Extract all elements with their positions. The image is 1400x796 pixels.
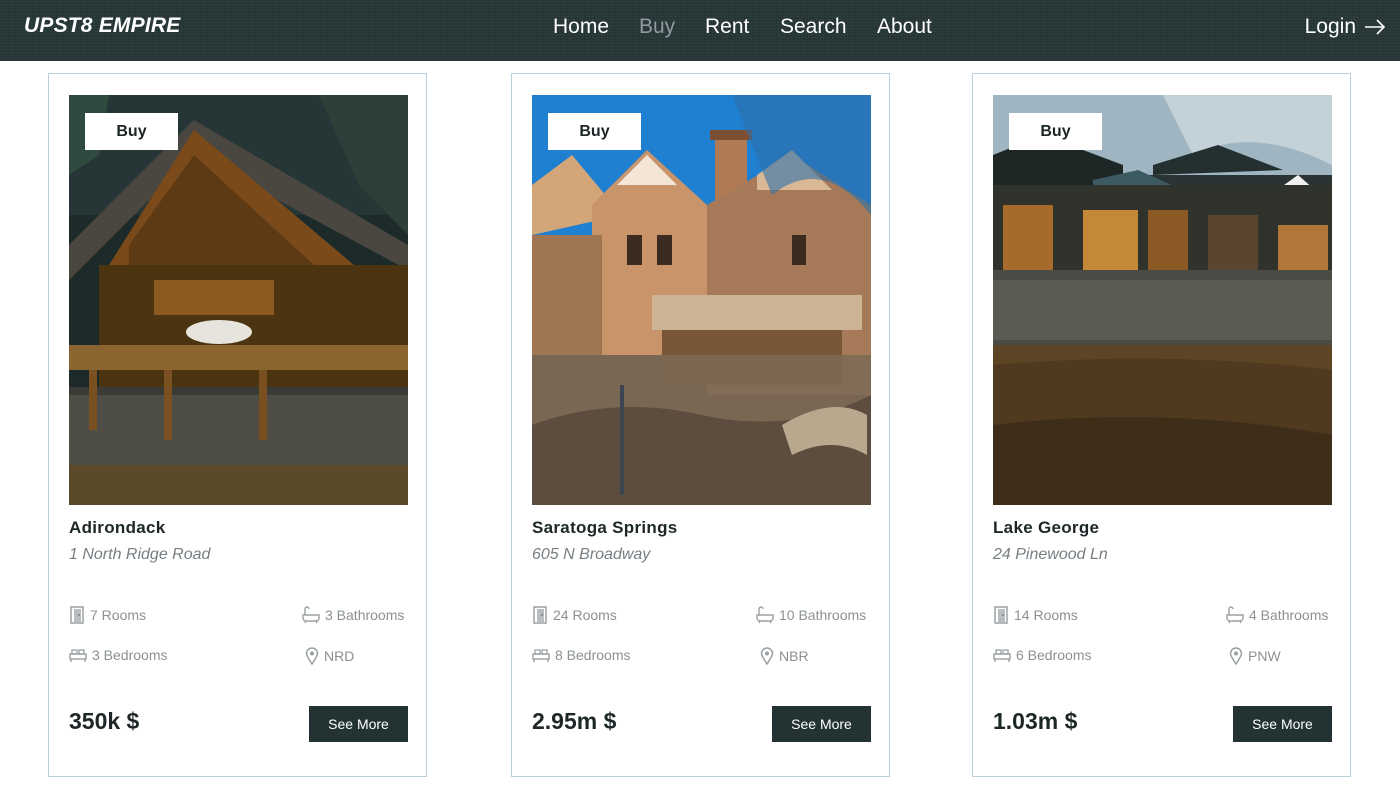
bed-icon <box>993 649 1011 662</box>
property-photo[interactable]: Buy <box>69 95 408 505</box>
listing-type-badge: Buy <box>1009 113 1102 150</box>
bedrooms-feature: 8 Bedrooms <box>532 647 630 663</box>
rooms-label: 7 Rooms <box>90 607 147 623</box>
bathtub-icon <box>1226 606 1244 624</box>
listing-price: 2.95m $ <box>532 708 617 734</box>
region-feature: PNW <box>1229 647 1281 665</box>
rooms-feature: 24 Rooms <box>532 606 617 624</box>
bathtub-icon <box>756 606 774 624</box>
bathrooms-feature: 10 Bathrooms <box>756 606 866 624</box>
nav-link-search[interactable]: Search <box>780 15 847 39</box>
map-pin-icon <box>305 647 319 665</box>
nav-link-home[interactable]: Home <box>553 15 609 39</box>
see-more-button[interactable]: See More <box>309 706 408 742</box>
nav-link-rent[interactable]: Rent <box>705 15 749 39</box>
brand-logo[interactable]: UPST8 EMPIRE <box>24 14 180 38</box>
door-icon <box>70 606 84 624</box>
door-icon <box>533 606 547 624</box>
see-more-button[interactable]: See More <box>772 706 871 742</box>
map-pin-icon <box>1229 647 1243 665</box>
region-label: PNW <box>1248 648 1281 664</box>
login-button[interactable]: Login <box>1305 15 1386 39</box>
listing-type-badge: Buy <box>548 113 641 150</box>
listing-address: 24 Pinewood Ln <box>993 546 1108 563</box>
bedrooms-feature: 3 Bedrooms <box>69 647 167 663</box>
door-icon <box>994 606 1008 624</box>
bathrooms-label: 3 Bathrooms <box>325 607 405 623</box>
listing-price: 350k $ <box>69 708 140 734</box>
bathrooms-label: 4 Bathrooms <box>1249 607 1329 623</box>
listing-price: 1.03m $ <box>993 708 1078 734</box>
region-feature: NRD <box>305 647 354 665</box>
arrow-right-icon <box>1365 19 1386 35</box>
listing-address: 1 North Ridge Road <box>69 546 211 563</box>
listing-card-saratoga-springs: Buy Saratoga Springs 605 N Broadway 24 R… <box>511 73 890 777</box>
region-feature: NBR <box>760 647 809 665</box>
bedrooms-feature: 6 Bedrooms <box>993 647 1091 663</box>
top-navbar: UPST8 EMPIRE Home Buy Rent Search About … <box>0 0 1400 61</box>
rooms-label: 24 Rooms <box>553 607 617 623</box>
bathtub-icon <box>302 606 320 624</box>
listing-card-lake-george: Buy Lake George 24 Pinewood Ln 14 Rooms … <box>972 73 1351 777</box>
bed-icon <box>532 649 550 662</box>
listing-city: Saratoga Springs <box>532 518 678 537</box>
see-more-button[interactable]: See More <box>1233 706 1332 742</box>
region-label: NRD <box>324 648 355 664</box>
listing-city: Lake George <box>993 518 1100 537</box>
login-label: Login <box>1304 15 1356 38</box>
region-label: NBR <box>779 648 809 664</box>
bed-icon <box>69 649 87 662</box>
listing-card-adirondack: Buy Adirondack 1 North Ridge Road 7 Room… <box>48 73 427 777</box>
bedrooms-label: 3 Bedrooms <box>92 647 168 663</box>
rooms-feature: 7 Rooms <box>69 606 146 624</box>
listing-city: Adirondack <box>69 518 166 537</box>
bathrooms-feature: 3 Bathrooms <box>302 606 404 624</box>
listing-address: 605 N Broadway <box>532 546 651 563</box>
rooms-feature: 14 Rooms <box>993 606 1078 624</box>
bathrooms-feature: 4 Bathrooms <box>1226 606 1328 624</box>
listing-type-badge: Buy <box>85 113 178 150</box>
bathrooms-label: 10 Bathrooms <box>779 607 867 623</box>
property-photo[interactable]: Buy <box>532 95 871 505</box>
map-pin-icon <box>760 647 774 665</box>
bedrooms-label: 6 Bedrooms <box>1016 647 1092 663</box>
rooms-label: 14 Rooms <box>1014 607 1078 623</box>
nav-link-about[interactable]: About <box>877 15 932 39</box>
nav-link-buy[interactable]: Buy <box>639 15 675 39</box>
property-photo[interactable]: Buy <box>993 95 1332 505</box>
bedrooms-label: 8 Bedrooms <box>555 647 631 663</box>
